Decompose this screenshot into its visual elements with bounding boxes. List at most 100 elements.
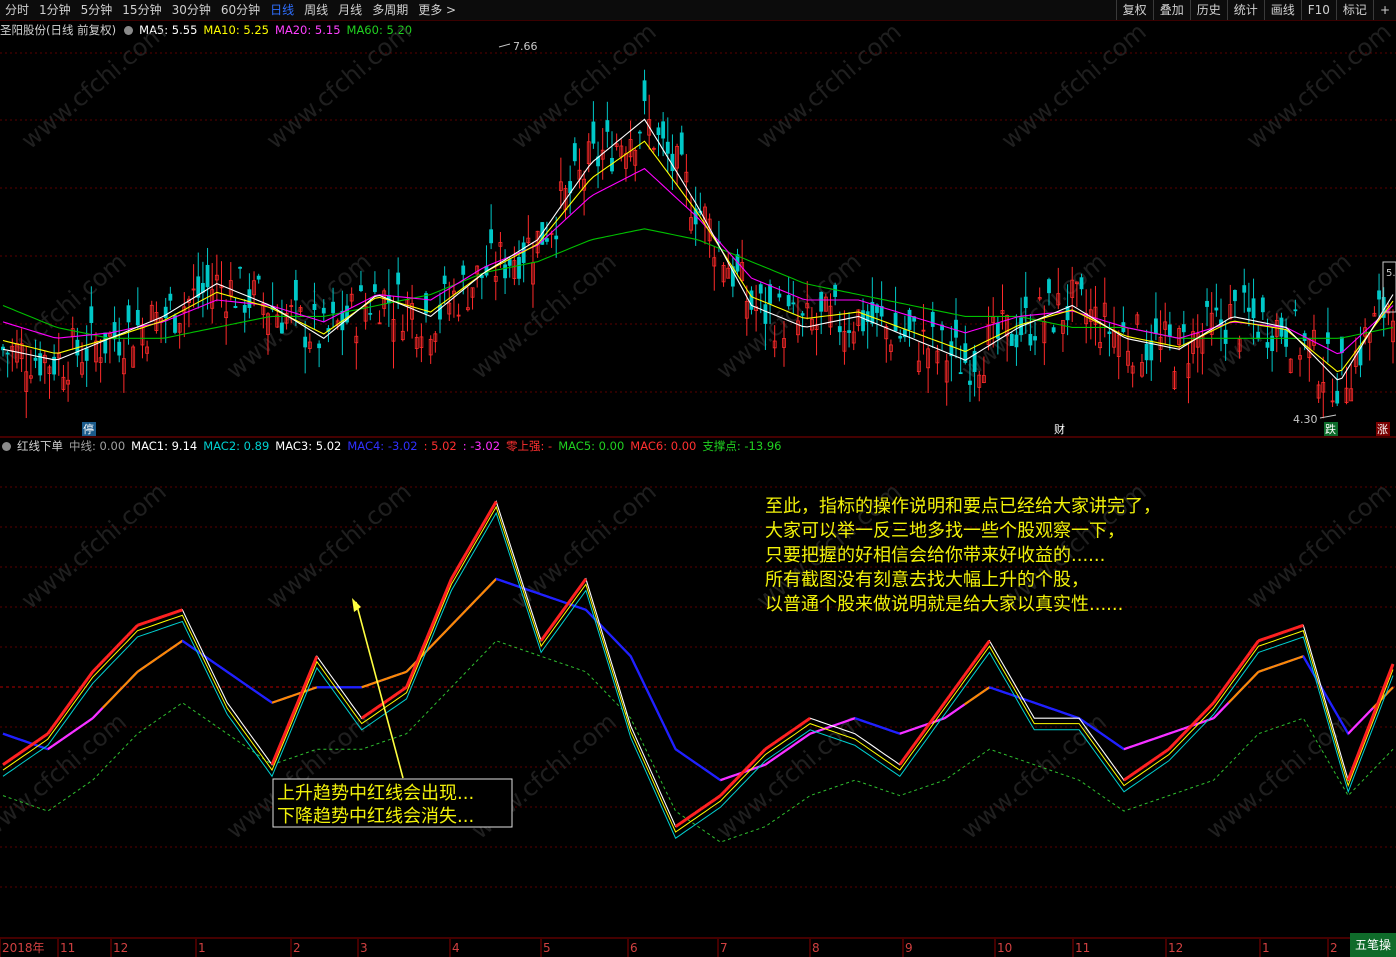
ma10-line [2, 140, 1394, 373]
red-signal-segment [171, 610, 178, 615]
candle-body [307, 341, 312, 349]
period-tab-9[interactable]: 多周期 [367, 0, 413, 20]
period-tab-1[interactable]: 1分钟 [34, 0, 76, 20]
mac3-segment [106, 696, 114, 704]
red-signal-segment [938, 701, 946, 711]
mac3-segment [1028, 699, 1035, 704]
indicator-name[interactable]: 红线下单 [17, 439, 63, 453]
red-signal-segment [460, 552, 468, 563]
candle-body [187, 298, 191, 304]
mac3-segment [1332, 707, 1340, 718]
mac3-segment [669, 738, 677, 750]
red-signal-segment [714, 794, 722, 801]
candle-body [470, 287, 475, 298]
red-signal-segment [1361, 728, 1370, 742]
candle-body [875, 304, 879, 313]
mac3-segment [789, 743, 796, 749]
candle-body [651, 147, 656, 150]
mac3-segment [1347, 727, 1354, 735]
action-button-4[interactable]: 画线 [1263, 0, 1301, 20]
candle-body [1214, 307, 1219, 311]
mac3-segment [1123, 746, 1130, 751]
candle-body [1284, 329, 1288, 347]
red-signal-segment [37, 735, 44, 742]
period-tab-2[interactable]: 5分钟 [76, 0, 118, 20]
period-tab-0[interactable]: 分时 [0, 0, 34, 20]
mac3-segment [286, 694, 293, 699]
action-button-3[interactable]: 统计 [1226, 0, 1264, 20]
mac3-segment [1093, 727, 1100, 733]
mac3-segment [879, 725, 886, 730]
period-tab-6[interactable]: 日线 [265, 0, 299, 20]
mac3-segment [615, 640, 622, 647]
candle-body [1358, 345, 1363, 366]
settings-icon[interactable] [124, 26, 134, 35]
action-button-2[interactable]: 历史 [1189, 0, 1227, 20]
mac3-segment [1153, 736, 1160, 740]
mac3-segment [206, 657, 213, 663]
mac3-segment [1133, 742, 1140, 747]
mac2-value: MAC2: 0.89 [203, 439, 270, 453]
red-signal-segment [704, 801, 712, 808]
candle-body [1163, 321, 1168, 330]
red-signal-segment [111, 644, 119, 653]
mac3-segment [306, 687, 313, 692]
candle-body [447, 302, 452, 315]
candle-body [98, 357, 103, 363]
candle-body [396, 272, 401, 285]
candle-body [889, 344, 893, 352]
mac3-segment [754, 765, 761, 770]
mac3-segment [735, 772, 741, 777]
red-signal-segment [694, 808, 702, 815]
period-tab-7[interactable]: 周线 [299, 0, 333, 20]
mac3-segment [948, 710, 956, 716]
red-signal-segment [928, 715, 936, 725]
candle-body [382, 290, 387, 309]
red-signal-segment [1182, 727, 1190, 735]
period-tab-5[interactable]: 60分钟 [216, 0, 265, 20]
red-signal-segment [56, 712, 64, 721]
candle-body [373, 284, 377, 293]
mac3-segment [1128, 744, 1135, 749]
mac3-segment [1168, 730, 1175, 735]
mac3-segment [839, 720, 846, 725]
mac3-segment [849, 717, 856, 721]
mac3-segment [42, 746, 49, 751]
red-signal-segment [380, 699, 388, 706]
red-signal-segment [544, 626, 553, 635]
candle-body [1167, 324, 1172, 337]
period-tab-8[interactable]: 月线 [333, 0, 367, 20]
mac3-segment [1297, 655, 1304, 660]
red-signal-segment [764, 744, 772, 751]
red-signal-segment [470, 535, 478, 546]
candle-body [28, 375, 33, 379]
mac3-segment [1283, 660, 1289, 665]
candle-body [847, 330, 851, 333]
red-signal-segment [569, 591, 578, 601]
mac3-segment [624, 650, 632, 658]
action-button-6[interactable]: 标记 [1335, 0, 1373, 20]
bottom-tab[interactable]: 五笔操 [1350, 933, 1396, 957]
candle-body [1140, 362, 1144, 377]
action-button-1[interactable]: 叠加 [1152, 0, 1190, 20]
period-tab-10[interactable]: 更多 > [413, 0, 461, 20]
xaxis-label-6: 4 [452, 941, 460, 955]
action-button-5[interactable]: F10 [1300, 0, 1336, 20]
red-signal-segment [1272, 632, 1279, 638]
action-button-7[interactable]: + [1372, 0, 1396, 20]
chart-canvas[interactable]: www.cfchi.com www.cfchi.com www.cfchi.com w… [0, 0, 1396, 957]
candle-body [354, 335, 359, 344]
indicator-settings-icon[interactable] [2, 442, 11, 451]
candle-body [191, 288, 196, 291]
candle-body [521, 242, 526, 263]
mac3-segment [963, 700, 971, 706]
candle-body [145, 346, 150, 354]
candle-body [479, 275, 484, 279]
period-tab-3[interactable]: 15分钟 [117, 0, 166, 20]
xaxis-label-11: 9 [905, 941, 913, 955]
mac3-segment [1063, 712, 1070, 716]
mac3-segment [495, 577, 502, 582]
action-button-0[interactable]: 复权 [1115, 0, 1153, 20]
mac3-segment [465, 603, 473, 611]
period-tab-4[interactable]: 30分钟 [167, 0, 216, 20]
